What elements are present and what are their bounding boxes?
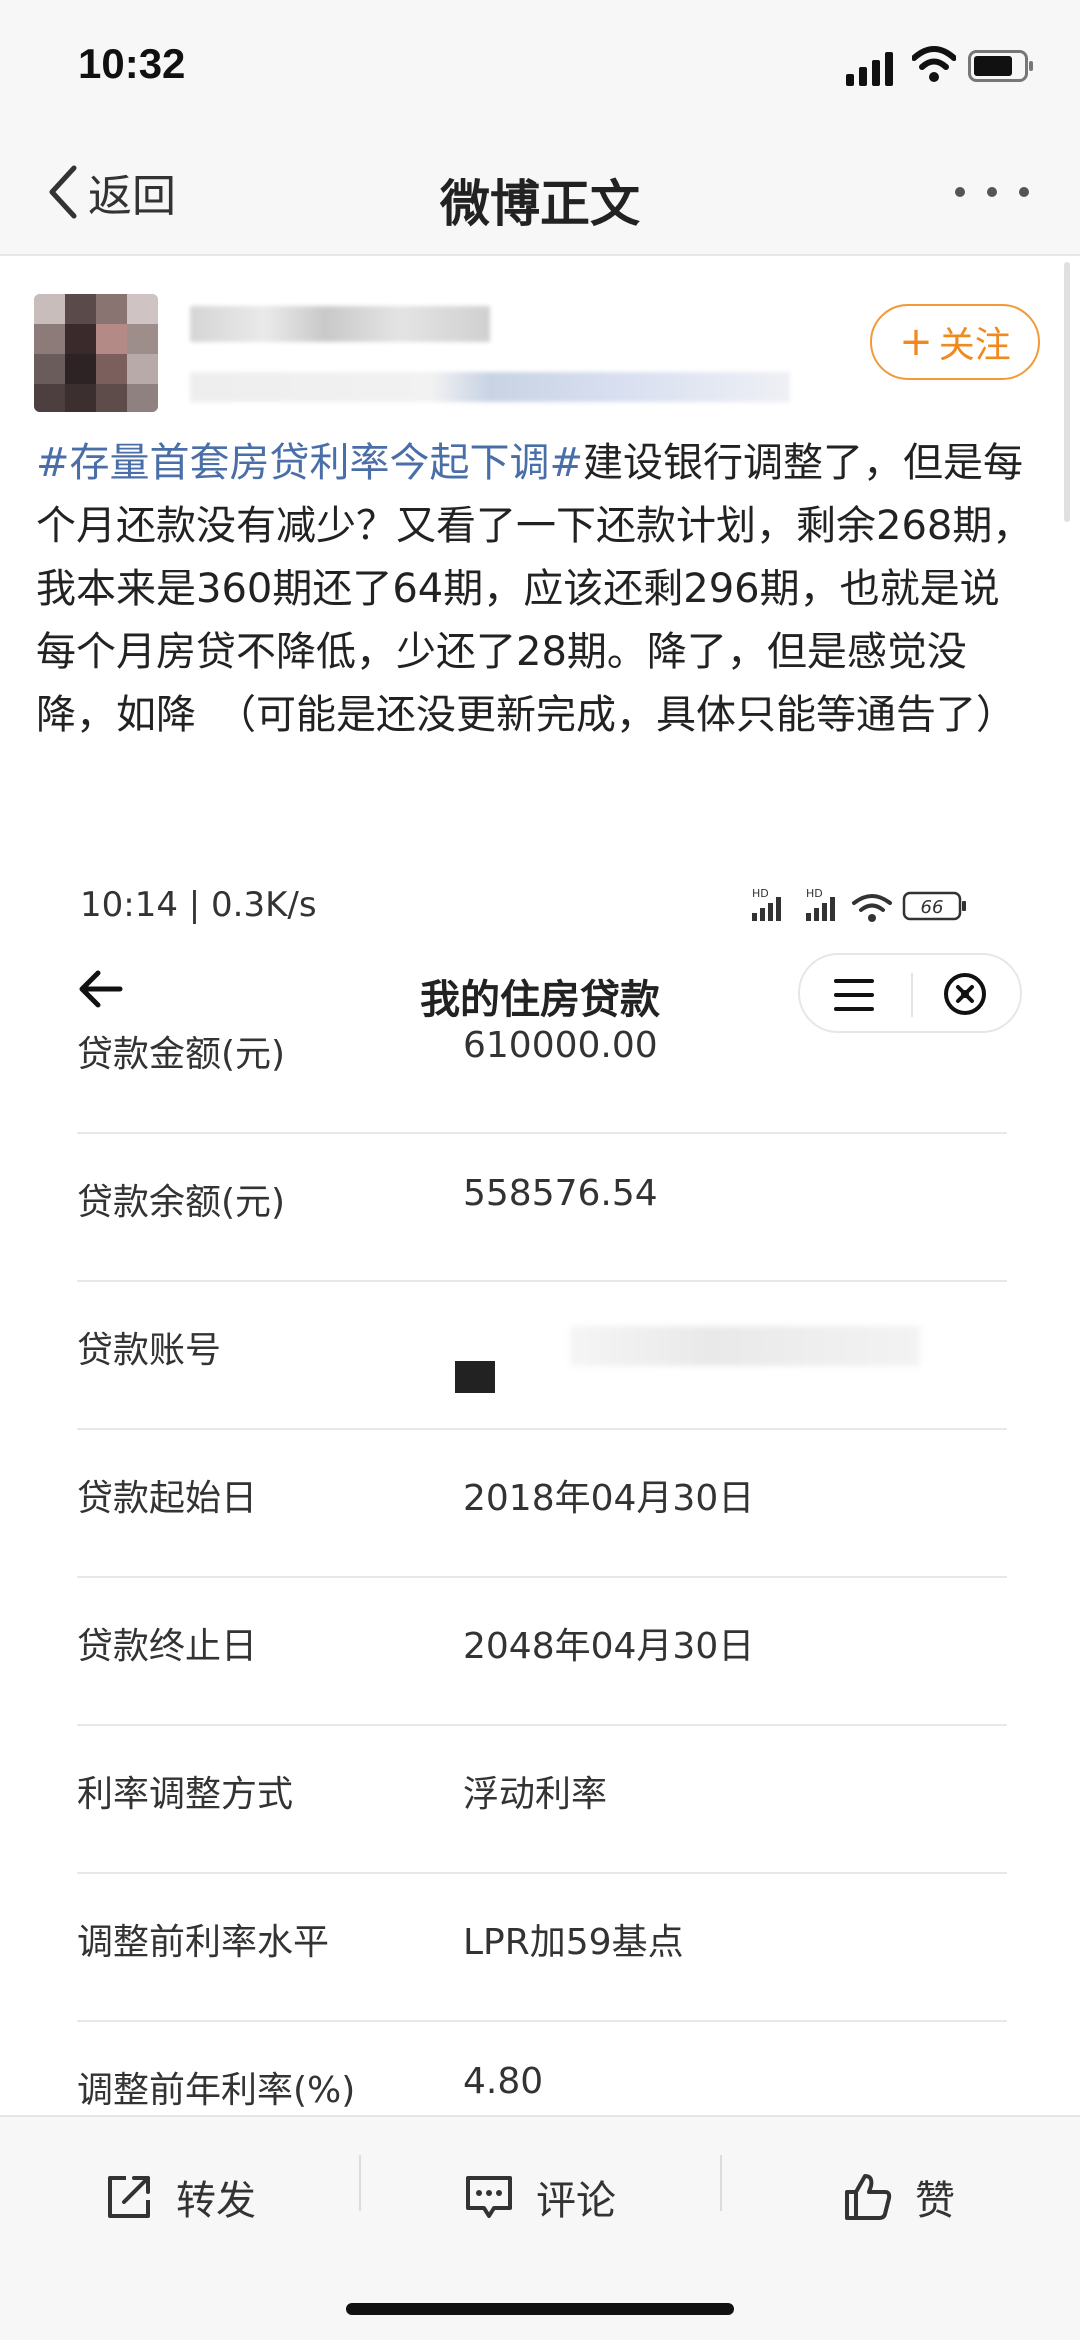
post-text: #存量首套房贷利率今起下调#建设银行调整了，但是每个月还款没有减少？又看了一下还… [36, 432, 1036, 747]
row-value: 4.80 [463, 2061, 544, 2102]
divider [359, 2155, 361, 2211]
svg-text:HD: HD [752, 887, 769, 900]
loan-row-prev-annual-rate: 调整前年利率(%) 4.80 [0, 2021, 1080, 2115]
row-label: 贷款余额(元) [77, 1182, 286, 1223]
embedded-battery-level: 66 [921, 897, 944, 918]
nav-bar: 返回 微博正文 [0, 130, 1080, 256]
repost-button[interactable]: 转发 [104, 2157, 256, 2237]
repost-label: 转发 [176, 2178, 256, 2224]
plus-icon: + [899, 319, 933, 365]
like-label: 赞 [915, 2178, 955, 2224]
embedded-status-icons: HD HD 66 [752, 887, 966, 922]
loan-row-prev-rate-level: 调整前利率水平 LPR加59基点 [0, 1873, 1080, 2022]
row-label: 贷款起始日 [77, 1478, 258, 1519]
like-button[interactable]: 赞 [843, 2157, 955, 2237]
loan-row-account: 贷款账号 [0, 1281, 1080, 1430]
avatar[interactable] [34, 294, 158, 412]
follow-label: 关注 [938, 325, 1011, 366]
row-label: 贷款账号 [77, 1330, 222, 1371]
row-value: 610000.00 [463, 1025, 658, 1066]
row-label: 调整前年利率(%) [77, 2070, 356, 2111]
post-image[interactable]: 10:14 | 0.3K/s HD HD 66 我的住房贷款 贷款金额(元) 6… [0, 855, 1080, 2115]
page-title: 微博正文 [440, 175, 640, 233]
scrollbar[interactable] [1064, 262, 1070, 522]
share-icon [108, 2176, 150, 2218]
comment-label: 评论 [536, 2178, 616, 2224]
embedded-status-text: 10:14 | 0.3K/s [80, 885, 317, 925]
loan-row-balance: 贷款余额(元) 558576.54 [0, 1133, 1080, 1282]
row-label: 调整前利率水平 [77, 1922, 330, 1963]
account-redacted [570, 1326, 920, 1366]
follow-button[interactable]: + 关注 [870, 304, 1040, 380]
row-value: 558576.54 [463, 1173, 658, 1214]
row-value: 浮动利率 [463, 1774, 608, 1815]
battery-icon [968, 50, 1033, 82]
loan-row-start-date: 贷款起始日 2018年04月30日 [0, 1429, 1080, 1578]
loan-row-rate-method: 利率调整方式 浮动利率 [0, 1725, 1080, 1874]
hashtag-link[interactable]: #存量首套房贷利率今起下调# [36, 440, 583, 486]
more-icon[interactable] [955, 180, 1029, 204]
divider [720, 2155, 722, 2211]
row-value: 2048年04月30日 [463, 1626, 755, 1667]
row-value: 2018年04月30日 [463, 1478, 755, 1519]
wifi-icon [912, 46, 956, 82]
loan-row-amount: 贷款金额(元) 610000.00 [0, 985, 1080, 1134]
comment-icon [466, 2176, 512, 2218]
thumbs-up-icon [845, 2174, 892, 2220]
account-redacted-block [455, 1361, 495, 1393]
bottom-action-bar: 转发 评论 赞 [0, 2115, 1080, 2340]
row-value: LPR加59基点 [463, 1922, 684, 1963]
row-label: 贷款终止日 [77, 1626, 258, 1667]
post-meta-redacted [190, 372, 790, 402]
signal-icon [846, 52, 893, 86]
comment-button[interactable]: 评论 [464, 2157, 616, 2237]
author-name-redacted[interactable] [190, 306, 490, 342]
status-bar: 10:32 [0, 0, 1080, 130]
home-indicator[interactable] [346, 2303, 734, 2315]
svg-text:HD: HD [806, 887, 823, 900]
row-label: 利率调整方式 [77, 1774, 294, 1815]
row-label: 贷款金额(元) [77, 1034, 286, 1075]
status-time: 10:32 [78, 40, 186, 87]
loan-row-end-date: 贷款终止日 2048年04月30日 [0, 1577, 1080, 1726]
